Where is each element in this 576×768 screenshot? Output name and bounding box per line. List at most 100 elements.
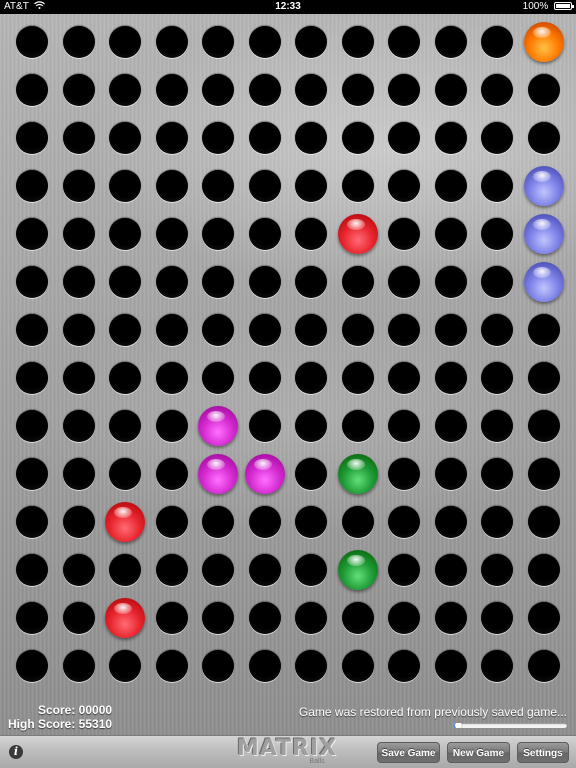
red-ball[interactable] — [105, 502, 145, 542]
board-cell[interactable] — [474, 259, 520, 306]
board-cell[interactable] — [149, 307, 195, 354]
board-cell[interactable] — [149, 19, 195, 66]
board-cell[interactable] — [102, 163, 148, 210]
board-cell[interactable] — [9, 403, 55, 450]
board-cell[interactable] — [9, 451, 55, 498]
board-cell[interactable] — [381, 163, 427, 210]
board-cell[interactable] — [102, 643, 148, 690]
board-cell[interactable] — [474, 547, 520, 594]
board-cell[interactable] — [102, 547, 148, 594]
board-cell[interactable] — [149, 163, 195, 210]
board-cell[interactable] — [474, 115, 520, 162]
board-cell[interactable] — [9, 163, 55, 210]
board-cell[interactable] — [521, 595, 567, 642]
board-cell[interactable] — [288, 355, 334, 402]
board-cell[interactable] — [335, 355, 381, 402]
board-cell[interactable] — [381, 595, 427, 642]
green-ball[interactable] — [337, 550, 378, 590]
board-cell[interactable] — [288, 403, 334, 450]
board-cell[interactable] — [9, 595, 55, 642]
board-cell[interactable] — [102, 115, 148, 162]
board-cell[interactable] — [428, 163, 474, 210]
board-cell[interactable] — [474, 163, 520, 210]
board-cell[interactable] — [521, 451, 567, 498]
board-cell[interactable] — [56, 259, 102, 306]
blue-ball[interactable] — [523, 166, 564, 206]
board-cell[interactable] — [335, 403, 381, 450]
board-cell[interactable] — [242, 19, 288, 66]
game-board[interactable] — [9, 19, 567, 691]
board-cell[interactable] — [102, 499, 148, 546]
board-cell[interactable] — [195, 595, 241, 642]
board-cell[interactable] — [474, 403, 520, 450]
board-cell[interactable] — [195, 403, 241, 450]
board-cell[interactable] — [474, 595, 520, 642]
board-cell[interactable] — [195, 67, 241, 114]
board-cell[interactable] — [521, 403, 567, 450]
blue-ball[interactable] — [523, 262, 564, 302]
board-cell[interactable] — [149, 355, 195, 402]
board-cell[interactable] — [102, 67, 148, 114]
board-cell[interactable] — [428, 643, 474, 690]
new-game-button[interactable]: New Game — [447, 742, 510, 763]
settings-button[interactable]: Settings — [517, 742, 569, 763]
board-cell[interactable] — [381, 547, 427, 594]
board-cell[interactable] — [474, 67, 520, 114]
board-cell[interactable] — [9, 643, 55, 690]
board-cell[interactable] — [56, 307, 102, 354]
board-cell[interactable] — [428, 547, 474, 594]
board-cell[interactable] — [521, 355, 567, 402]
board-cell[interactable] — [195, 115, 241, 162]
board-cell[interactable] — [149, 211, 195, 258]
board-cell[interactable] — [428, 67, 474, 114]
board-cell[interactable] — [521, 67, 567, 114]
board-cell[interactable] — [521, 547, 567, 594]
board-cell[interactable] — [521, 19, 567, 66]
board-cell[interactable] — [335, 67, 381, 114]
board-cell[interactable] — [288, 307, 334, 354]
board-cell[interactable] — [149, 499, 195, 546]
board-cell[interactable] — [288, 163, 334, 210]
red-ball[interactable] — [105, 598, 145, 638]
board-cell[interactable] — [149, 403, 195, 450]
board-cell[interactable] — [381, 355, 427, 402]
board-cell[interactable] — [102, 451, 148, 498]
board-cell[interactable] — [242, 115, 288, 162]
board-cell[interactable] — [521, 259, 567, 306]
board-cell[interactable] — [381, 643, 427, 690]
board-cell[interactable] — [381, 211, 427, 258]
board-cell[interactable] — [56, 211, 102, 258]
board-cell[interactable] — [335, 643, 381, 690]
board-cell[interactable] — [381, 19, 427, 66]
board-cell[interactable] — [56, 403, 102, 450]
board-cell[interactable] — [9, 355, 55, 402]
board-cell[interactable] — [288, 547, 334, 594]
board-cell[interactable] — [9, 19, 55, 66]
board-cell[interactable] — [335, 259, 381, 306]
board-cell[interactable] — [195, 547, 241, 594]
board-cell[interactable] — [335, 211, 381, 258]
board-cell[interactable] — [242, 595, 288, 642]
board-cell[interactable] — [195, 499, 241, 546]
board-cell[interactable] — [474, 307, 520, 354]
board-cell[interactable] — [335, 595, 381, 642]
board-cell[interactable] — [474, 451, 520, 498]
board-cell[interactable] — [102, 211, 148, 258]
board-cell[interactable] — [242, 211, 288, 258]
board-cell[interactable] — [381, 67, 427, 114]
board-cell[interactable] — [288, 643, 334, 690]
board-cell[interactable] — [474, 499, 520, 546]
magenta-ball[interactable] — [198, 454, 238, 494]
board-cell[interactable] — [381, 115, 427, 162]
save-game-button[interactable]: Save Game — [377, 742, 440, 763]
board-cell[interactable] — [102, 403, 148, 450]
board-cell[interactable] — [56, 115, 102, 162]
board-cell[interactable] — [242, 355, 288, 402]
board-cell[interactable] — [56, 643, 102, 690]
board-cell[interactable] — [428, 307, 474, 354]
board-cell[interactable] — [288, 451, 334, 498]
board-cell[interactable] — [9, 67, 55, 114]
magenta-ball[interactable] — [198, 406, 238, 446]
board-cell[interactable] — [102, 259, 148, 306]
board-cell[interactable] — [428, 19, 474, 66]
